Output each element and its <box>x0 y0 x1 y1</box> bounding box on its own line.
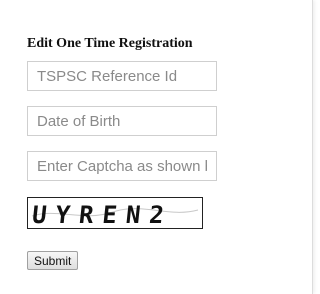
captcha-char: UYREN2 <box>31 201 175 228</box>
submit-button[interactable]: Submit <box>27 251 79 270</box>
date-of-birth-input[interactable] <box>27 106 217 136</box>
page: Edit One Time Registration UYREN2 Submit <box>0 0 320 294</box>
registration-panel: Edit One Time Registration UYREN2 Submit <box>0 0 313 294</box>
captcha-graphic: UYREN2 <box>31 201 199 228</box>
captcha-image: UYREN2 <box>27 197 203 229</box>
reference-id-input[interactable] <box>27 61 217 91</box>
form-title: Edit One Time Registration <box>27 36 193 51</box>
captcha-input[interactable] <box>27 151 217 181</box>
